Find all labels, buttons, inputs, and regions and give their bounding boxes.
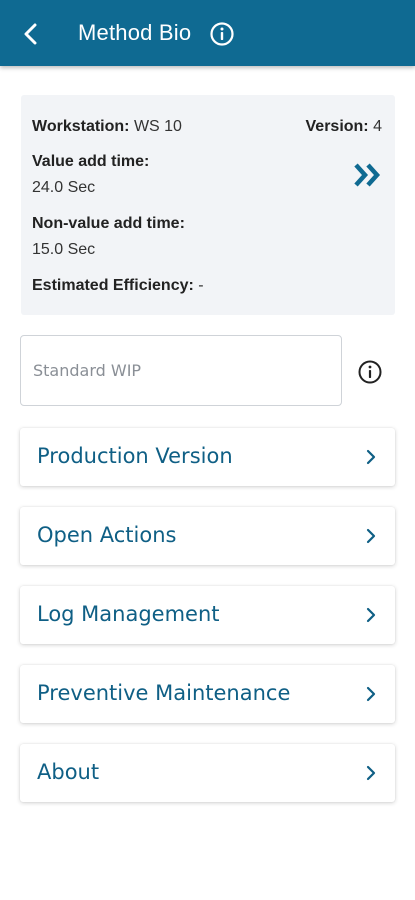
chevron-right-icon [366, 528, 376, 544]
info-icon[interactable] [209, 21, 235, 47]
efficiency-label: Estimated Efficiency: [32, 277, 194, 294]
version-value: 4 [373, 118, 382, 135]
chevron-right-icon [366, 765, 376, 781]
menu-item-label: About [37, 760, 100, 784]
version-row: Version: 4 [306, 118, 383, 136]
efficiency-value: - [198, 277, 204, 294]
info-icon[interactable] [357, 359, 383, 385]
menu-item-label: Log Management [37, 602, 220, 626]
back-arrow-icon [24, 23, 37, 45]
workstation-value: WS 10 [133, 118, 182, 135]
workstation-label: Workstation: [32, 118, 130, 135]
method-summary-card: Workstation: WS 10 Version: 4 Value add … [21, 95, 395, 315]
double-chevron-right-icon[interactable] [351, 161, 385, 189]
menu-item-preventive-maintenance[interactable]: Preventive Maintenance [20, 665, 395, 723]
efficiency-row: Estimated Efficiency: - [32, 277, 204, 295]
menu-item-label: Open Actions [37, 523, 177, 547]
app-bar: Method Bio [0, 0, 415, 66]
value-add-time-label: Value add time: [32, 153, 150, 170]
menu-item-production-version[interactable]: Production Version [20, 428, 395, 486]
menu-item-about[interactable]: About [20, 744, 395, 802]
chevron-right-icon [366, 607, 376, 623]
non-value-add-time-label: Non-value add time: [32, 215, 185, 232]
menu-item-open-actions[interactable]: Open Actions [20, 507, 395, 565]
chevron-right-icon [366, 449, 376, 465]
value-add-time-value: 24.0 Sec [32, 179, 96, 196]
non-value-add-time-value: 15.0 Sec [32, 241, 96, 258]
chevron-right-icon [366, 686, 376, 702]
back-button[interactable] [14, 17, 48, 51]
menu-item-label: Preventive Maintenance [37, 681, 291, 705]
workstation-row: Workstation: WS 10 [32, 118, 182, 136]
standard-wip-input[interactable] [20, 335, 342, 406]
version-label: Version: [305, 118, 369, 135]
page-title: Method Bio [78, 20, 192, 45]
menu-item-log-management[interactable]: Log Management [20, 586, 395, 644]
menu-item-label: Production Version [37, 444, 233, 468]
